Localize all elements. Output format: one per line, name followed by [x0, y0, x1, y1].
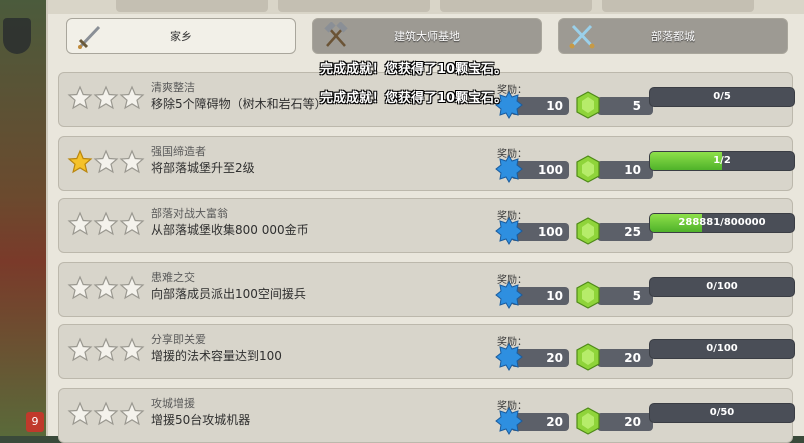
star-empty-icon — [93, 211, 119, 236]
star-empty-icon — [119, 211, 145, 236]
tab-clan-capital[interactable]: 部落都城 — [558, 18, 788, 54]
gem-icon — [576, 91, 600, 119]
star-rating — [67, 85, 145, 111]
progress-text: 288881/800000 — [678, 217, 766, 228]
star-empty-icon — [93, 337, 119, 362]
tab-label: 家乡 — [170, 30, 192, 43]
progress-text: 0/100 — [706, 281, 738, 292]
tab-label: 部落都城 — [651, 30, 695, 43]
star-empty-icon — [119, 401, 145, 426]
progress-text: 0/50 — [709, 407, 735, 418]
crossed-swords-icon — [569, 24, 595, 49]
progress-bar: 1/2 — [649, 151, 795, 171]
top-strip — [48, 0, 804, 14]
achievement-title: 分享即关爱 — [151, 333, 206, 346]
star-empty-icon — [67, 211, 93, 236]
achievement-description: 将部落城堡升至2级 — [151, 161, 255, 175]
progress-text: 0/100 — [706, 343, 738, 354]
tab-home-village[interactable]: 家乡 — [66, 18, 296, 54]
progress-bar: 0/5 — [649, 87, 795, 107]
progress-text: 0/5 — [713, 91, 731, 102]
achievement-notification: 完成成就！您获得了10颗宝石。 — [320, 91, 508, 106]
top-tab[interactable] — [602, 0, 754, 12]
star-empty-icon — [93, 149, 119, 174]
tab-builder-base[interactable]: 建筑大师基地 — [312, 18, 542, 54]
gem-reward: 10 — [597, 161, 653, 179]
star-empty-icon — [93, 85, 119, 110]
crossed-hammers-icon — [324, 22, 348, 47]
xp-star-icon — [495, 155, 523, 183]
star-filled-icon — [67, 149, 93, 174]
progress-bar: 0/100 — [649, 277, 795, 297]
xp-star-icon — [495, 281, 523, 309]
gem-icon — [576, 155, 600, 183]
star-empty-icon — [67, 337, 93, 362]
achievement-title: 清爽整洁 — [151, 81, 195, 94]
game-background — [0, 0, 50, 436]
achievement-row: 部落对战大富翁 从部落城堡收集800 000金币 奖励： 100 25 288881/80… — [58, 198, 795, 253]
achievement-description: 增援50台攻城机器 — [151, 413, 251, 427]
progress-bar: 288881/800000 — [649, 213, 795, 233]
achievement-title: 强国缔造者 — [151, 145, 206, 158]
star-empty-icon — [67, 275, 93, 300]
achievement-notification: 完成成就！您获得了10颗宝石。 — [320, 62, 508, 77]
achievement-row: 强国缔造者 将部落城堡升至2级 奖励： 100 10 1/2 — [58, 136, 795, 191]
star-empty-icon — [119, 149, 145, 174]
progress-text: 1/2 — [713, 155, 731, 166]
xp-star-icon — [495, 217, 523, 245]
achievement-row: 患难之交 向部落成员派出100空间援兵 奖励： 10 5 0/100 — [58, 262, 795, 317]
gem-reward: 25 — [597, 223, 653, 241]
gem-reward: 20 — [597, 413, 653, 431]
gem-icon — [576, 217, 600, 245]
star-empty-icon — [67, 85, 93, 110]
achievement-title: 患难之交 — [151, 271, 195, 284]
star-rating — [67, 275, 145, 301]
top-tab[interactable] — [440, 0, 592, 12]
star-rating — [67, 149, 145, 175]
star-empty-icon — [119, 85, 145, 110]
achievement-description: 移除5个障碍物（树木和岩石等） — [151, 97, 327, 111]
top-tab[interactable] — [116, 0, 268, 12]
star-empty-icon — [67, 401, 93, 426]
achievement-row: 攻城增援 增援50台攻城机器 奖励： 20 20 0/50 — [58, 388, 795, 443]
gem-icon — [576, 407, 600, 435]
star-empty-icon — [119, 337, 145, 362]
gem-icon — [576, 343, 600, 371]
star-rating — [67, 337, 145, 363]
shield-icon[interactable] — [3, 18, 31, 54]
gem-reward: 5 — [597, 287, 653, 305]
star-rating — [67, 401, 145, 427]
sword-icon — [78, 25, 101, 49]
achievement-description: 向部落成员派出100空间援兵 — [151, 287, 306, 301]
top-tab[interactable] — [278, 0, 430, 12]
gem-icon — [576, 281, 600, 309]
progress-bar: 0/50 — [649, 403, 795, 423]
xp-star-icon — [495, 343, 523, 371]
achievement-title: 部落对战大富翁 — [151, 207, 228, 220]
progress-bar: 0/100 — [649, 339, 795, 359]
achievement-title: 攻城增援 — [151, 397, 195, 410]
gem-reward: 20 — [597, 349, 653, 367]
star-empty-icon — [93, 401, 119, 426]
tab-label: 建筑大师基地 — [394, 30, 460, 43]
star-rating — [67, 211, 145, 237]
achievement-description: 从部落城堡收集800 000金币 — [151, 223, 309, 237]
corner-badge: 9 — [26, 412, 44, 432]
star-empty-icon — [93, 275, 119, 300]
gem-reward: 5 — [597, 97, 653, 115]
achievement-row: 分享即关爱 增援的法术容量达到100 奖励： 20 20 0/100 — [58, 324, 795, 379]
achievement-description: 增援的法术容量达到100 — [151, 349, 282, 363]
xp-star-icon — [495, 407, 523, 435]
star-empty-icon — [119, 275, 145, 300]
category-tabs: 家乡 建筑大师基地 部落都城 — [66, 18, 804, 58]
